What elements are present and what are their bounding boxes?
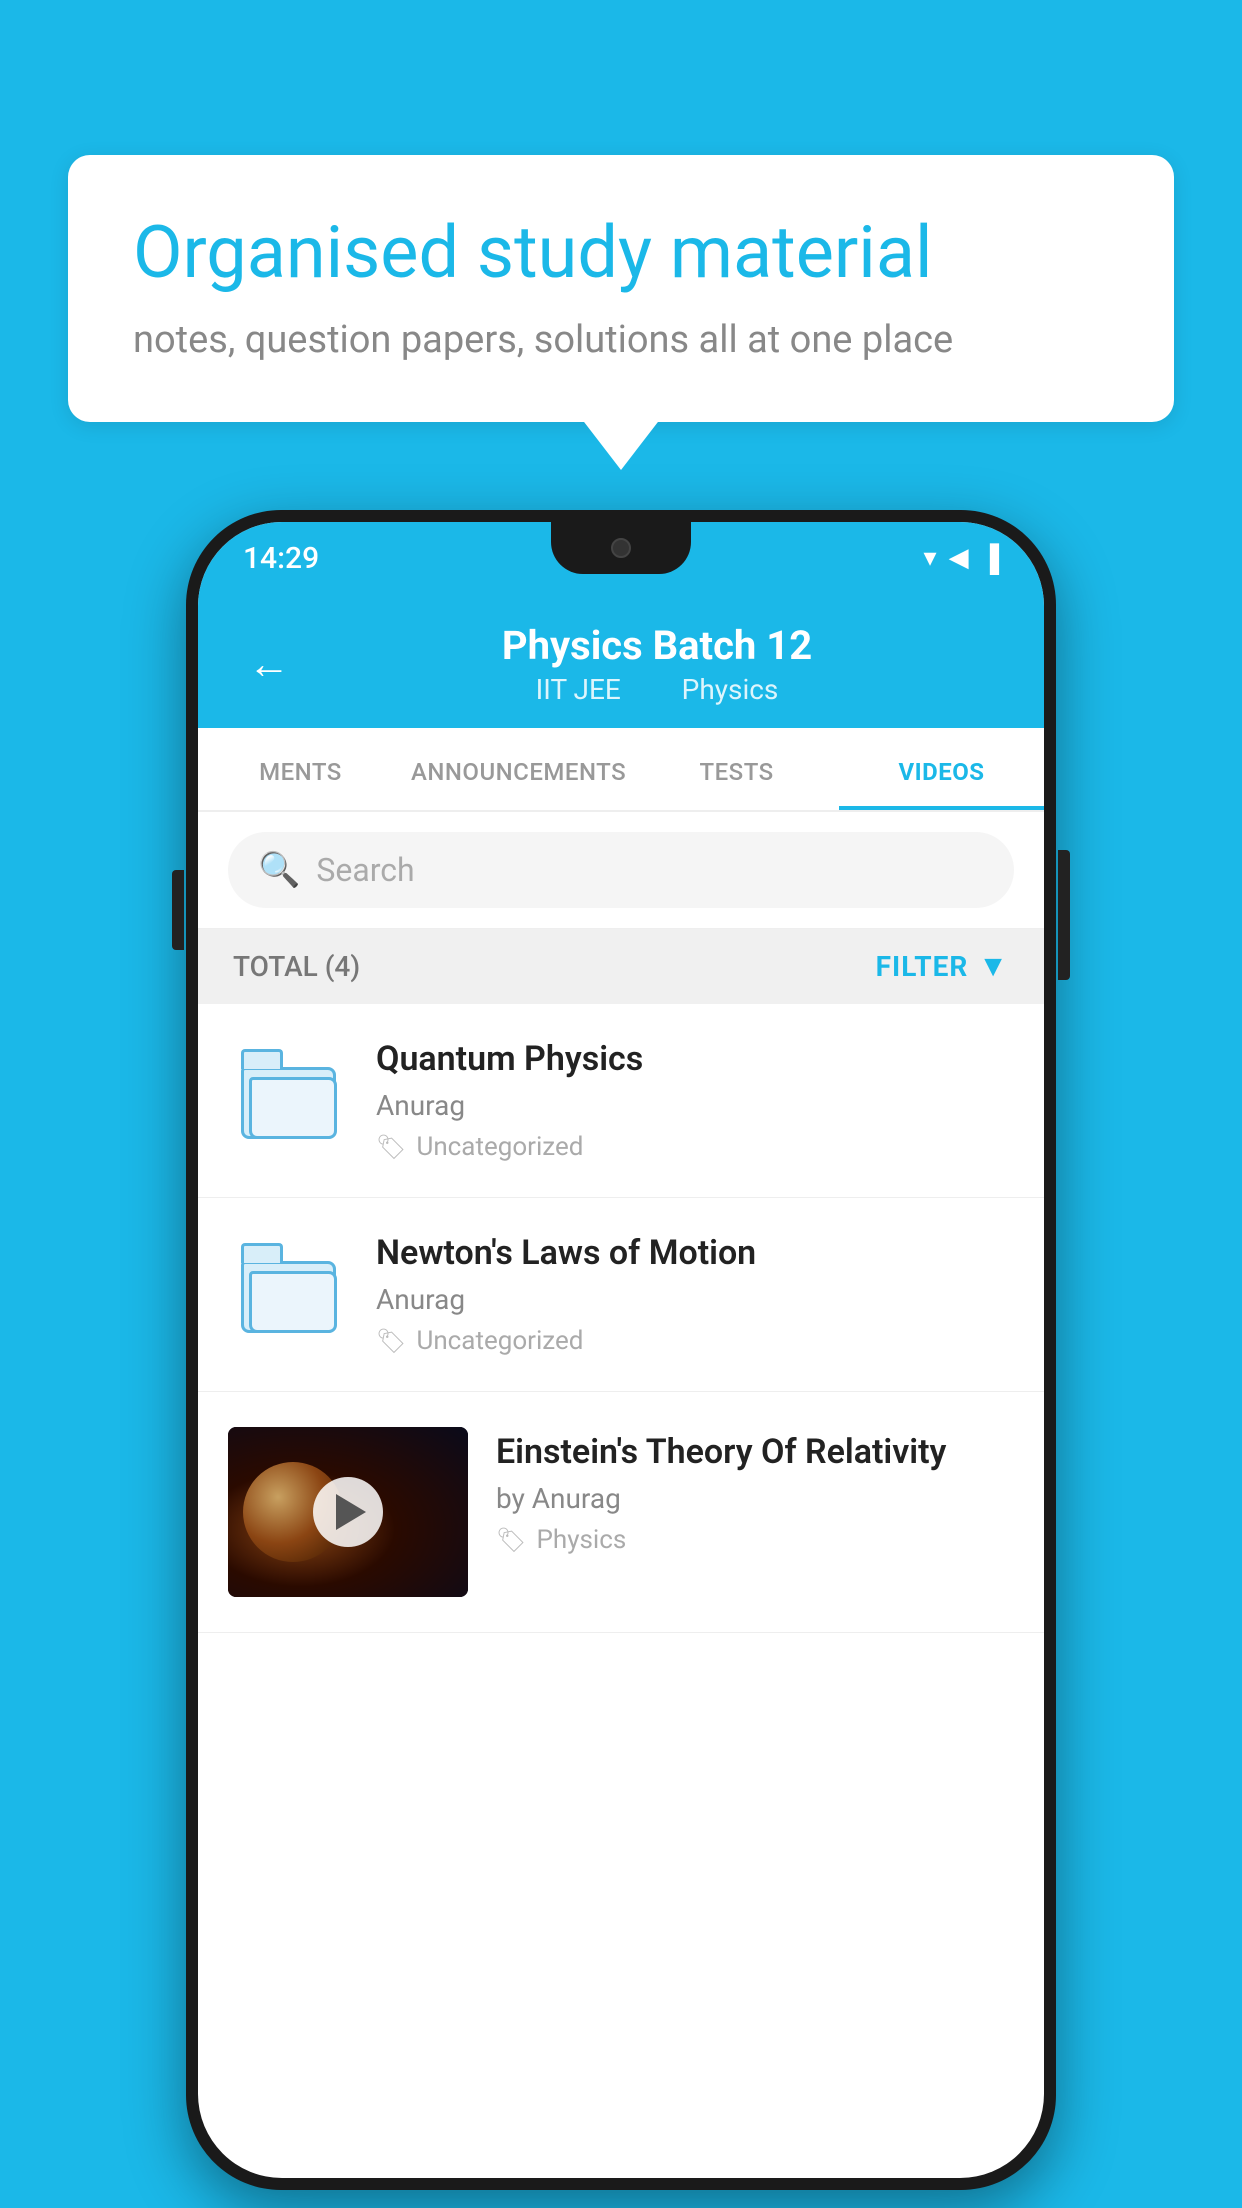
speech-bubble-container: Organised study material notes, question… — [68, 155, 1174, 422]
video-thumbnail-3 — [228, 1427, 468, 1597]
tab-ments[interactable]: MENTS — [198, 728, 403, 810]
video-tag-text-1: Uncategorized — [416, 1132, 583, 1162]
battery-icon: ▐ — [981, 543, 999, 574]
camera-dot — [611, 538, 631, 558]
tag-icon-3: 🏷 — [496, 1526, 526, 1554]
video-info-1: Quantum Physics Anurag 🏷 Uncategorized — [376, 1039, 1014, 1162]
video-thumb-2 — [228, 1233, 348, 1343]
video-author-3: by Anurag — [496, 1482, 1014, 1515]
video-title-2: Newton's Laws of Motion — [376, 1233, 1014, 1273]
status-icons: ▾ ◀ ▐ — [924, 543, 999, 574]
tag-icon-1: 🏷 — [376, 1133, 406, 1161]
video-tag-text-2: Uncategorized — [416, 1326, 583, 1356]
speech-bubble-subtitle: notes, question papers, solutions all at… — [133, 318, 1109, 362]
video-tag-1: 🏷 Uncategorized — [376, 1132, 1014, 1162]
video-tag-text-3: Physics — [536, 1525, 626, 1555]
signal-icon: ◀ — [949, 543, 969, 573]
folder-icon-1 — [241, 1049, 336, 1139]
header-title: Physics Batch 12 — [320, 622, 994, 669]
folder-front-1 — [249, 1077, 337, 1139]
play-button-3[interactable] — [313, 1477, 383, 1547]
phone-mockup: 14:29 ▾ ◀ ▐ ← Physics Batch 12 IIT JEE P… — [186, 510, 1056, 2190]
folder-icon-2 — [241, 1243, 336, 1333]
phone-outer: 14:29 ▾ ◀ ▐ ← Physics Batch 12 IIT JEE P… — [186, 510, 1056, 2190]
video-author-1: Anurag — [376, 1089, 1014, 1122]
wifi-icon: ▾ — [924, 543, 937, 573]
search-bar-container: 🔍 Search — [198, 812, 1044, 929]
filter-label: FILTER — [876, 950, 969, 983]
status-bar: 14:29 ▾ ◀ ▐ — [198, 522, 1044, 594]
header-title-block: Physics Batch 12 IIT JEE Physics — [320, 622, 994, 706]
folder-tab-2 — [241, 1243, 283, 1263]
phone-inner: 14:29 ▾ ◀ ▐ ← Physics Batch 12 IIT JEE P… — [198, 522, 1044, 2178]
speech-bubble-title: Organised study material — [133, 210, 1109, 296]
video-thumb-1 — [228, 1039, 348, 1149]
video-title-1: Quantum Physics — [376, 1039, 1014, 1079]
video-info-2: Newton's Laws of Motion Anurag 🏷 Uncateg… — [376, 1233, 1014, 1356]
video-item-1[interactable]: Quantum Physics Anurag 🏷 Uncategorized — [198, 1004, 1044, 1198]
filter-row: TOTAL (4) FILTER ▼ — [198, 929, 1044, 1004]
search-bar[interactable]: 🔍 Search — [228, 832, 1014, 908]
header-subtitle-course: IIT JEE — [536, 673, 621, 706]
filter-icon: ▼ — [978, 949, 1009, 984]
video-info-3: Einstein's Theory Of Relativity by Anura… — [496, 1427, 1014, 1555]
filter-button[interactable]: FILTER ▼ — [876, 949, 1009, 984]
folder-tab-1 — [241, 1049, 283, 1069]
tab-videos[interactable]: VIDEOS — [839, 728, 1044, 810]
speech-bubble: Organised study material notes, question… — [68, 155, 1174, 422]
tabs-bar: MENTS ANNOUNCEMENTS TESTS VIDEOS — [198, 728, 1044, 812]
folder-front-2 — [249, 1271, 337, 1333]
tab-announcements[interactable]: ANNOUNCEMENTS — [403, 728, 634, 810]
video-item-2[interactable]: Newton's Laws of Motion Anurag 🏷 Uncateg… — [198, 1198, 1044, 1392]
video-tag-3: 🏷 Physics — [496, 1525, 1014, 1555]
video-author-2: Anurag — [376, 1283, 1014, 1316]
header-subtitle: IIT JEE Physics — [320, 673, 994, 706]
header-subtitle-subject: Physics — [682, 673, 779, 706]
app-header: ← Physics Batch 12 IIT JEE Physics — [198, 594, 1044, 728]
notch — [551, 522, 691, 574]
header-subtitle-sep — [648, 673, 662, 706]
search-input[interactable]: Search — [316, 851, 414, 889]
back-button[interactable]: ← — [248, 640, 290, 689]
play-triangle-icon — [336, 1494, 366, 1530]
tag-icon-2: 🏷 — [376, 1327, 406, 1355]
search-icon: 🔍 — [258, 850, 300, 890]
status-time: 14:29 — [243, 541, 319, 576]
tab-tests[interactable]: TESTS — [634, 728, 839, 810]
video-item-3[interactable]: Einstein's Theory Of Relativity by Anura… — [198, 1392, 1044, 1633]
total-count: TOTAL (4) — [233, 950, 360, 983]
video-tag-2: 🏷 Uncategorized — [376, 1326, 1014, 1356]
video-title-3: Einstein's Theory Of Relativity — [496, 1432, 1014, 1472]
video-list: Quantum Physics Anurag 🏷 Uncategorized — [198, 1004, 1044, 1633]
